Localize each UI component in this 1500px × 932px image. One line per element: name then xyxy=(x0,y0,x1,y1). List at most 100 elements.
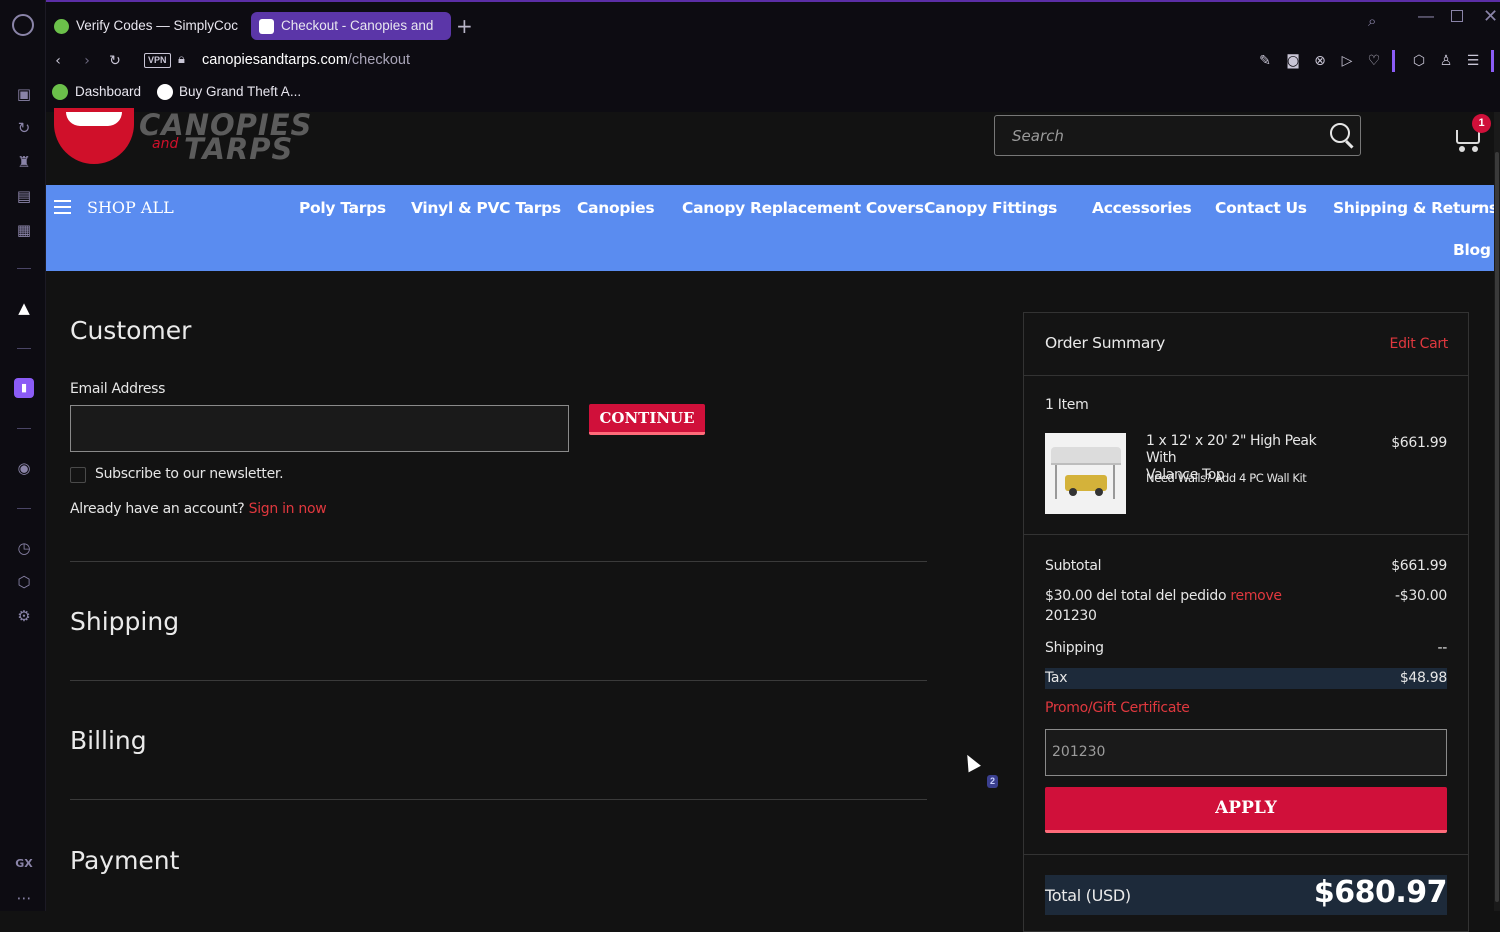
cart-wheel xyxy=(1472,146,1478,152)
order-summary: Order Summary Edit Cart 1 Item 1 x 12' x… xyxy=(1023,312,1469,932)
cart-wheel xyxy=(1459,146,1465,152)
more-dots-icon[interactable]: ⋯ xyxy=(14,888,34,908)
news-icon[interactable]: ▤ xyxy=(14,186,34,206)
snapshot-edit-icon[interactable]: ✎ xyxy=(1256,52,1274,70)
nav-poly-tarps[interactable]: Poly Tarps xyxy=(299,199,386,217)
arrow-up-icon[interactable]: ▲ xyxy=(14,298,34,318)
gta-bookmark-icon xyxy=(157,84,173,100)
tax-row-highlight xyxy=(1045,668,1447,689)
canopy-leg xyxy=(1113,465,1115,499)
adblock-icon[interactable]: ⊗ xyxy=(1311,52,1329,70)
player-icon[interactable]: ◉ xyxy=(14,458,34,478)
messages-icon[interactable]: ▣ xyxy=(14,84,34,104)
heart-icon[interactable]: ♡ xyxy=(1365,52,1383,70)
tab-verify-codes[interactable]: Verify Codes — SimplyCoc xyxy=(46,12,242,40)
overlay-badge: 2 xyxy=(987,775,998,788)
nav-blog[interactable]: Blog xyxy=(1453,241,1491,259)
settings-gear-icon[interactable]: ⚙ xyxy=(14,606,34,626)
truck-wheel xyxy=(1069,488,1077,496)
product-thumbnail[interactable] xyxy=(1045,433,1126,514)
newsletter-checkbox[interactable] xyxy=(70,467,86,483)
hamburger-menu-icon[interactable] xyxy=(54,200,71,214)
nav-contact-us[interactable]: Contact Us xyxy=(1215,199,1307,217)
media-icon[interactable]: ▦ xyxy=(14,220,34,240)
new-tab-plus-icon[interactable]: + xyxy=(456,14,473,38)
cake-icon[interactable]: ♜ xyxy=(14,152,34,172)
nav-canopy-replacement-covers[interactable]: Canopy Replacement Covers xyxy=(682,199,924,217)
search-box[interactable]: Search xyxy=(994,115,1361,156)
cart-basket xyxy=(1456,130,1480,144)
logo-text-and: and xyxy=(152,136,179,152)
billing-section-title: Billing xyxy=(70,726,147,755)
item-option: Need Walls? Add 4 PC Wall Kit xyxy=(1146,471,1307,485)
email-label: Email Address xyxy=(70,381,166,397)
section-divider xyxy=(70,561,927,562)
lock-icon[interactable]: 🔒︎ xyxy=(178,52,185,67)
payment-section-title: Payment xyxy=(70,846,180,875)
camera-icon[interactable]: ◙ xyxy=(1284,52,1302,70)
chevron-down-icon[interactable]: ⌄ xyxy=(1469,197,1484,212)
refresh-circle-icon[interactable]: ↻ xyxy=(14,118,34,138)
toolbar-accent-divider xyxy=(1491,50,1494,72)
chevron-down-icon[interactable]: ⌄ xyxy=(1037,197,1052,212)
section-divider xyxy=(70,799,927,800)
maximize-icon[interactable] xyxy=(1451,10,1463,22)
vpn-badge[interactable]: VPN xyxy=(144,53,171,68)
cube-icon[interactable]: ⬡ xyxy=(1410,52,1428,70)
discount-code: 201230 xyxy=(1045,608,1097,624)
sign-in-link[interactable]: Sign in now xyxy=(249,501,327,517)
reload-icon[interactable]: ↻ xyxy=(106,52,124,70)
nav-accessories[interactable]: Accessories xyxy=(1092,199,1192,217)
item-price: $661.99 xyxy=(1391,435,1447,451)
bookmark-dashboard[interactable]: Dashboard xyxy=(75,84,141,99)
discount-remove-link[interactable]: remove xyxy=(1230,588,1282,604)
apply-button[interactable]: APPLY xyxy=(1045,787,1447,833)
logo-mark-highlight xyxy=(66,112,122,126)
newsletter-label[interactable]: Subscribe to our newsletter. xyxy=(95,466,284,482)
browser-sidebar: ▣ ↻ ♜ ▤ ▦ ▲ ▮ ◉ ◷ ⬡ ⚙ GX ⋯ xyxy=(0,0,46,911)
profile-icon[interactable]: ♙ xyxy=(1437,52,1455,70)
extensions-cube-icon[interactable]: ⬡ xyxy=(14,572,34,592)
email-field[interactable] xyxy=(70,405,569,452)
dashboard-bookmark-icon xyxy=(52,84,68,100)
discount-label: $30.00 del total del pedido xyxy=(1045,588,1227,604)
bookmark-gta[interactable]: Buy Grand Theft A... xyxy=(179,84,301,99)
canopy-leg xyxy=(1055,465,1057,499)
summary-divider xyxy=(1024,534,1468,535)
twitch-icon[interactable]: ▮ xyxy=(14,378,34,398)
search-input[interactable]: Search xyxy=(1012,127,1064,145)
search-icon-handle xyxy=(1345,140,1354,149)
discount-value: -$30.00 xyxy=(1395,588,1447,604)
promo-toggle-link[interactable]: Promo/Gift Certificate xyxy=(1045,700,1190,716)
opera-logo-icon[interactable] xyxy=(12,14,34,36)
items-count: 1 Item xyxy=(1045,397,1089,413)
item-name-line1: 1 x 12' x 20' 2" High Peak With xyxy=(1146,433,1317,466)
history-icon[interactable]: ◷ xyxy=(14,538,34,558)
close-window-icon[interactable]: ✕ xyxy=(1483,6,1498,27)
page-scrollbar[interactable] xyxy=(1494,112,1500,911)
account-prompt-line: Already have an account? Sign in now xyxy=(70,501,327,517)
total-value: $680.97 xyxy=(1313,875,1448,910)
back-arrow-icon[interactable]: ‹ xyxy=(49,52,67,70)
nav-vinyl-pvc-tarps[interactable]: Vinyl & PVC Tarps xyxy=(411,199,561,217)
canopies-favicon-icon xyxy=(259,19,274,34)
discount-line: $30.00 del total del pedido remove xyxy=(1045,588,1282,604)
shop-all-link[interactable]: SHOP ALL xyxy=(87,198,174,217)
minimize-icon[interactable]: — xyxy=(1418,8,1434,26)
send-icon[interactable]: ▷ xyxy=(1338,52,1356,70)
promo-code-input[interactable]: 201230 xyxy=(1045,729,1447,776)
continue-button[interactable]: CONTINUE xyxy=(589,404,705,435)
tab-search-icon[interactable]: ⌕ xyxy=(1368,12,1376,30)
nav-canopies[interactable]: Canopies xyxy=(577,199,655,217)
canopy-top xyxy=(1051,447,1121,465)
sidebar-divider xyxy=(17,348,31,349)
edit-cart-link[interactable]: Edit Cart xyxy=(1390,336,1449,352)
simplycodes-icon xyxy=(54,19,69,34)
tab-checkout[interactable]: Checkout - Canopies and xyxy=(251,12,451,40)
address-bar[interactable]: canopiesandtarps.com/checkout xyxy=(202,52,410,68)
forward-arrow-icon[interactable]: › xyxy=(78,52,96,70)
menu-lines-icon[interactable]: ☰ xyxy=(1464,52,1482,70)
gx-label[interactable]: GX xyxy=(14,854,34,874)
total-label: Total (USD) xyxy=(1045,886,1131,905)
scrollbar-thumb[interactable] xyxy=(1495,152,1499,902)
